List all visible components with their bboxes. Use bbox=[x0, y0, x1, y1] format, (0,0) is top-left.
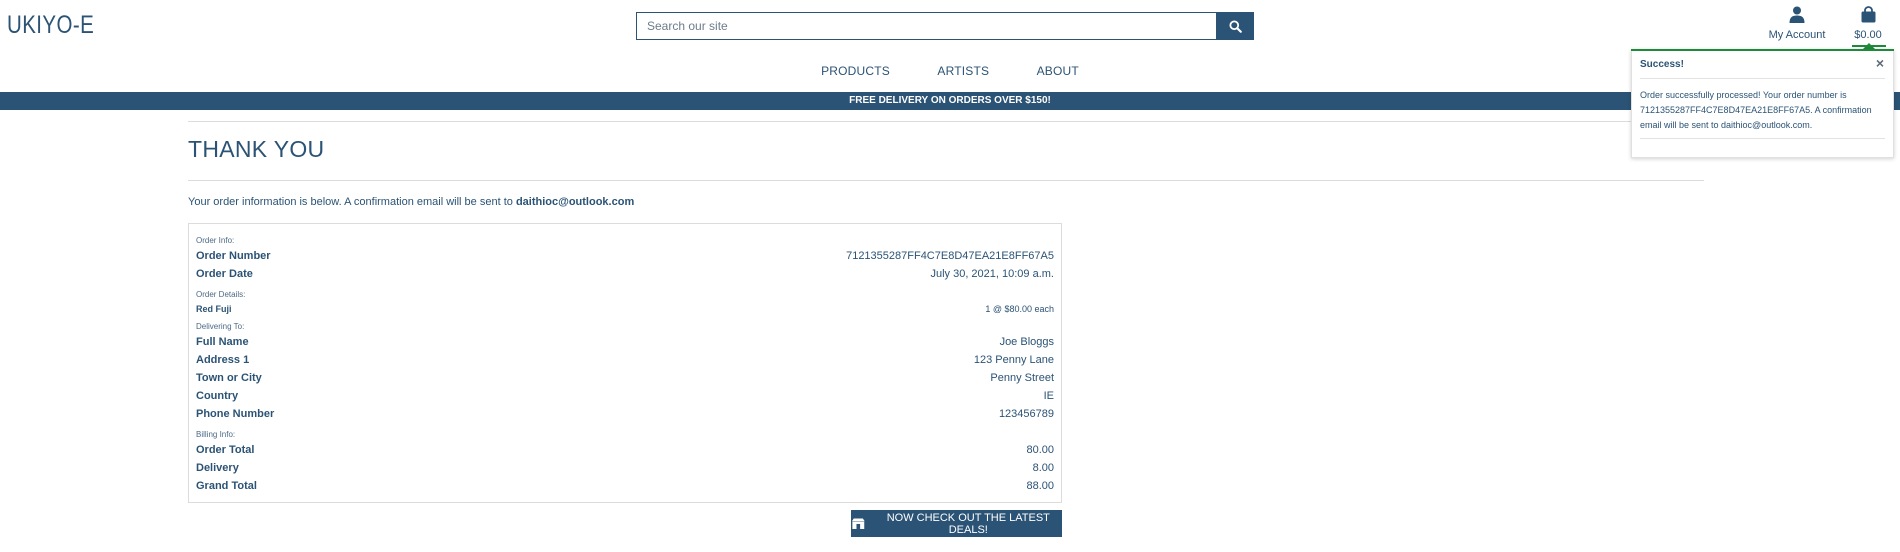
delivering-heading: Delivering To: bbox=[196, 322, 245, 331]
order-total-label: Order Total bbox=[196, 444, 255, 456]
divider-top bbox=[188, 121, 1704, 122]
order-date-label: Order Date bbox=[196, 268, 253, 280]
grand-total-value: 88.00 bbox=[1026, 480, 1054, 492]
grand-total-label: Grand Total bbox=[196, 480, 257, 492]
search-form bbox=[636, 12, 1254, 40]
item-name: Red Fuji bbox=[196, 304, 232, 314]
toast-divider bbox=[1640, 78, 1885, 79]
full-name-value: Joe Bloggs bbox=[999, 336, 1054, 348]
order-number-value: 7121355287FF4C7E8D47EA21E8FF67A5 bbox=[846, 250, 1054, 262]
page-title: THANK YOU bbox=[188, 136, 325, 162]
country-label: Country bbox=[196, 390, 239, 402]
grand-total-row: Grand Total 88.00 bbox=[196, 480, 1054, 492]
toast-divider-bottom bbox=[1640, 138, 1885, 139]
order-total-row: Order Total 80.00 bbox=[196, 444, 1054, 456]
phone-label: Phone Number bbox=[196, 408, 275, 420]
order-number-label: Order Number bbox=[196, 250, 271, 262]
country-row: Country IE bbox=[196, 390, 1054, 402]
address1-value: 123 Penny Lane bbox=[973, 354, 1054, 366]
toast-accent-bar bbox=[1631, 49, 1894, 51]
full-name-label: Full Name bbox=[196, 336, 249, 348]
town-row: Town or City Penny Street bbox=[196, 372, 1054, 384]
address1-row: Address 1 123 Penny Lane bbox=[196, 354, 1054, 366]
order-date-row: Order Date July 30, 2021, 10:09 a.m. bbox=[196, 268, 1054, 280]
order-item-row: Red Fuji 1 @ $80.00 each bbox=[196, 304, 1054, 314]
delivery-label: Delivery bbox=[196, 462, 239, 474]
user-icon bbox=[1789, 6, 1805, 23]
order-total-value: 80.00 bbox=[1026, 444, 1054, 456]
cart-total: $0.00 bbox=[1854, 29, 1882, 41]
order-date-value: July 30, 2021, 10:09 a.m. bbox=[930, 268, 1054, 280]
town-label: Town or City bbox=[196, 372, 262, 384]
town-value: Penny Street bbox=[990, 372, 1054, 384]
toast-title: Success! bbox=[1640, 59, 1684, 70]
billing-heading: Billing Info: bbox=[196, 430, 236, 439]
success-toast: Success! × Order successfully processed!… bbox=[1631, 49, 1894, 158]
main-nav: PRODUCTS ARTISTS ABOUT bbox=[0, 64, 1900, 78]
phone-row: Phone Number 123456789 bbox=[196, 408, 1054, 420]
delivery-banner: FREE DELIVERY ON ORDERS OVER $150! bbox=[0, 92, 1900, 110]
item-quantity: 1 @ $80.00 each bbox=[985, 304, 1054, 314]
search-icon bbox=[1228, 19, 1242, 33]
nav-item-about[interactable]: ABOUT bbox=[1037, 64, 1079, 78]
full-name-row: Full Name Joe Bloggs bbox=[196, 336, 1054, 348]
order-number-row: Order Number 7121355287FF4C7E8D47EA21E8F… bbox=[196, 250, 1054, 262]
cart-link[interactable]: $0.00 bbox=[1848, 6, 1888, 41]
order-info-heading: Order Info: bbox=[196, 236, 235, 245]
latest-deals-button[interactable]: NOW CHECK OUT THE LATEST DEALS! bbox=[851, 510, 1062, 537]
toast-close-icon[interactable]: × bbox=[1876, 55, 1884, 71]
divider-bottom bbox=[188, 180, 1704, 181]
order-summary: Order Info: Order Number 7121355287FF4C7… bbox=[188, 223, 1062, 503]
toast-message: Order successfully processed! Your order… bbox=[1640, 90, 1872, 130]
delivery-row: Delivery 8.00 bbox=[196, 462, 1054, 474]
site-logo[interactable]: UKIYO-E bbox=[7, 11, 94, 40]
shopping-bag-icon bbox=[1861, 6, 1875, 23]
country-value: IE bbox=[1043, 390, 1054, 402]
search-input[interactable] bbox=[636, 12, 1216, 40]
delivery-value: 8.00 bbox=[1032, 462, 1054, 474]
address1-label: Address 1 bbox=[196, 354, 250, 366]
phone-value: 123456789 bbox=[998, 408, 1054, 420]
my-account-label: My Account bbox=[1768, 29, 1826, 41]
intro-text: Your order information is below. A confi… bbox=[188, 196, 513, 208]
confirmation-email: daithioc@outlook.com bbox=[515, 196, 635, 208]
search-button[interactable] bbox=[1216, 12, 1254, 40]
store-icon bbox=[851, 518, 865, 529]
nav-item-products[interactable]: PRODUCTS bbox=[821, 64, 890, 78]
order-details-heading: Order Details: bbox=[196, 290, 246, 299]
confirmation-intro: Your order information is below. A confi… bbox=[188, 196, 634, 208]
nav-item-artists[interactable]: ARTISTS bbox=[937, 64, 989, 78]
latest-deals-label: NOW CHECK OUT THE LATEST DEALS! bbox=[886, 511, 1050, 536]
my-account-link[interactable]: My Account bbox=[1765, 6, 1829, 41]
